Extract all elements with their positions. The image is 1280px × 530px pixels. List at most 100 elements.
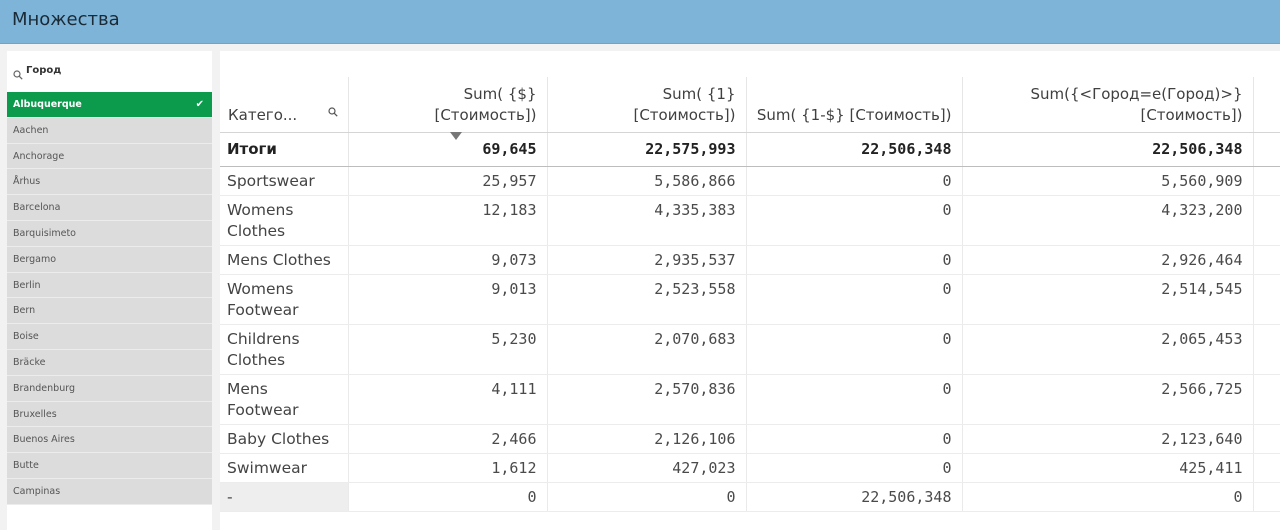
row-value-cell: 0 — [547, 482, 747, 512]
row-category-label[interactable]: Womens Clothes — [220, 195, 349, 246]
totals-value: 22,575,993 — [547, 132, 747, 167]
filter-item-label: Bergamo — [13, 253, 57, 265]
spacer-cell — [1253, 424, 1280, 454]
column-header-measure-2[interactable]: Sum( {1} [Стоимость]) — [547, 77, 747, 133]
city-filter-pane[interactable]: Город Albuquerque ✔ Aachen Anchorage Årh… — [7, 51, 212, 530]
search-icon[interactable] — [327, 102, 338, 123]
row-value-cell: 0 — [746, 324, 963, 375]
filter-item[interactable]: Bergamo — [7, 246, 212, 273]
filter-item[interactable]: Bruxelles — [7, 401, 212, 428]
filter-field-label: Город — [26, 65, 62, 76]
totals-value: 69,645 — [348, 132, 548, 167]
row-value-cell: 0 — [746, 374, 963, 425]
column-header-category[interactable]: Катего... — [220, 77, 349, 133]
row-category-label[interactable]: Swimwear — [220, 453, 349, 483]
filter-item-label: Anchorage — [13, 150, 65, 162]
filter-item[interactable]: Buenos Aires — [7, 427, 212, 454]
row-value-cell: 4,111 — [348, 374, 548, 425]
column-header-measure-1[interactable]: Sum( {$} [Стоимость]) — [348, 77, 548, 140]
row-value-cell: 425,411 — [962, 453, 1254, 483]
spacer-cell — [1253, 245, 1280, 275]
spacer-cell — [1253, 132, 1280, 167]
row-value-cell: 0 — [962, 482, 1254, 512]
column-header-label: Sum( {1-$} [Стоимость]) — [756, 105, 952, 124]
filter-item-label: Butte — [13, 460, 39, 472]
row-category-label[interactable]: Baby Clothes — [220, 424, 349, 454]
row-category-label[interactable]: Mens Clothes — [220, 245, 349, 275]
row-category-label[interactable]: Mens Footwear — [220, 374, 349, 425]
filter-item-label: Brandenburg — [13, 382, 75, 394]
filter-item[interactable]: Boise — [7, 324, 212, 350]
row-value-cell: 0 — [746, 195, 963, 246]
spacer-cell — [1253, 274, 1280, 325]
row-category-label[interactable]: Childrens Clothes — [220, 324, 349, 375]
filter-item[interactable]: Aachen — [7, 117, 212, 144]
spacer-cell — [1253, 482, 1280, 512]
data-table: Катего... Sum( {$} [Стоимость]) Sum( {1}… — [220, 77, 1280, 512]
filter-item[interactable]: Barquisimeto — [7, 220, 212, 247]
row-value-cell: 2,514,545 — [962, 274, 1254, 325]
sort-descending-icon — [449, 131, 462, 140]
row-value-cell: 2,566,725 — [962, 374, 1254, 425]
row-value-cell: 1,612 — [348, 453, 548, 483]
table-row[interactable]: Mens Clothes 9,073 2,935,537 0 2,926,464 — [220, 245, 1280, 275]
filter-item-selected[interactable]: Albuquerque ✔ — [7, 92, 212, 118]
spacer-cell — [1253, 166, 1280, 196]
column-header-measure-3[interactable]: Sum( {1-$} [Стоимость]) — [746, 77, 963, 133]
column-header-label: Sum({<Город=e(Город)>} [Стоимость]) — [1030, 84, 1243, 124]
row-value-cell: 5,230 — [348, 324, 548, 375]
filter-item-label: Bruxelles — [13, 408, 57, 420]
table-row[interactable]: Mens Footwear 4,111 2,570,836 0 2,566,725 — [220, 374, 1280, 425]
filter-item[interactable]: Århus — [7, 169, 212, 196]
title-bar: Множества — [0, 0, 1280, 44]
table-row[interactable]: Sportswear 25,957 5,586,866 0 5,560,909 — [220, 166, 1280, 196]
filter-item-label: Berlin — [13, 279, 41, 291]
row-value-cell: 22,506,348 — [746, 482, 963, 512]
filter-item[interactable]: Barcelona — [7, 195, 212, 221]
row-category-label[interactable]: - — [220, 482, 349, 512]
filter-list: Albuquerque ✔ Aachen Anchorage Århus Bar… — [7, 92, 212, 505]
row-value-cell: 25,957 — [348, 166, 548, 196]
table-row[interactable]: Womens Footwear 9,013 2,523,558 0 2,514,545 — [220, 274, 1280, 325]
filter-item[interactable]: Berlin — [7, 272, 212, 299]
filter-item-label: Bräcke — [13, 356, 46, 368]
filter-item-label: Bern — [13, 305, 36, 317]
row-value-cell: 5,586,866 — [547, 166, 747, 196]
table-row[interactable]: -0 0 22,506,348 0 — [220, 482, 1280, 512]
filter-item[interactable]: Brandenburg — [7, 375, 212, 402]
table-row[interactable]: Swimwear 1,612 427,023 0 425,411 — [220, 453, 1280, 483]
filter-item-label: Barcelona — [13, 202, 61, 214]
row-value-cell: 4,323,200 — [962, 195, 1254, 246]
table-body: Sportswear 25,957 5,586,866 0 5,560,909 Women… — [220, 166, 1280, 512]
row-value-cell: 2,523,558 — [547, 274, 747, 325]
filter-item[interactable]: Anchorage — [7, 143, 212, 170]
sheet-title: Множества — [12, 9, 120, 30]
column-header-measure-4[interactable]: Sum({<Город=e(Город)>} [Стоимость]) — [962, 77, 1254, 133]
filter-item[interactable]: Bräcke — [7, 349, 212, 376]
column-header-label: Sum( {$} [Стоимость]) — [434, 84, 537, 124]
totals-value: 22,506,348 — [962, 132, 1254, 167]
spacer-cell — [1253, 374, 1280, 425]
pivot-table-panel: Катего... Sum( {$} [Стоимость]) Sum( {1}… — [220, 51, 1280, 530]
filter-item-label: Buenos Aires — [13, 434, 75, 446]
filter-item[interactable]: Campinas — [7, 478, 212, 505]
row-category-label[interactable]: Sportswear — [220, 166, 349, 196]
row-value-cell: 2,926,464 — [962, 245, 1254, 275]
filter-item[interactable]: Bern — [7, 298, 212, 325]
row-value-cell: 4,335,383 — [547, 195, 747, 246]
row-value-cell: 9,013 — [348, 274, 548, 325]
spacer-cell — [1253, 195, 1280, 246]
table-row[interactable]: Childrens Clothes 5,230 2,070,683 0 2,065,45… — [220, 324, 1280, 375]
row-value-cell: 0 — [746, 245, 963, 275]
row-value-cell: 427,023 — [547, 453, 747, 483]
table-row[interactable]: Womens Clothes 12,183 4,335,383 0 4,323,200 — [220, 195, 1280, 246]
row-value-cell: 2,466 — [348, 424, 548, 454]
row-value-cell: 2,570,836 — [547, 374, 747, 425]
row-value-cell: 2,935,537 — [547, 245, 747, 275]
totals-label: Итоги — [220, 132, 349, 167]
filter-search[interactable]: Город — [7, 51, 212, 92]
filter-item[interactable]: Butte — [7, 453, 212, 479]
table-row[interactable]: Baby Clothes 2,466 2,126,106 0 2,123,640 — [220, 424, 1280, 454]
row-category-label[interactable]: Womens Footwear — [220, 274, 349, 325]
row-value-cell: 5,560,909 — [962, 166, 1254, 196]
